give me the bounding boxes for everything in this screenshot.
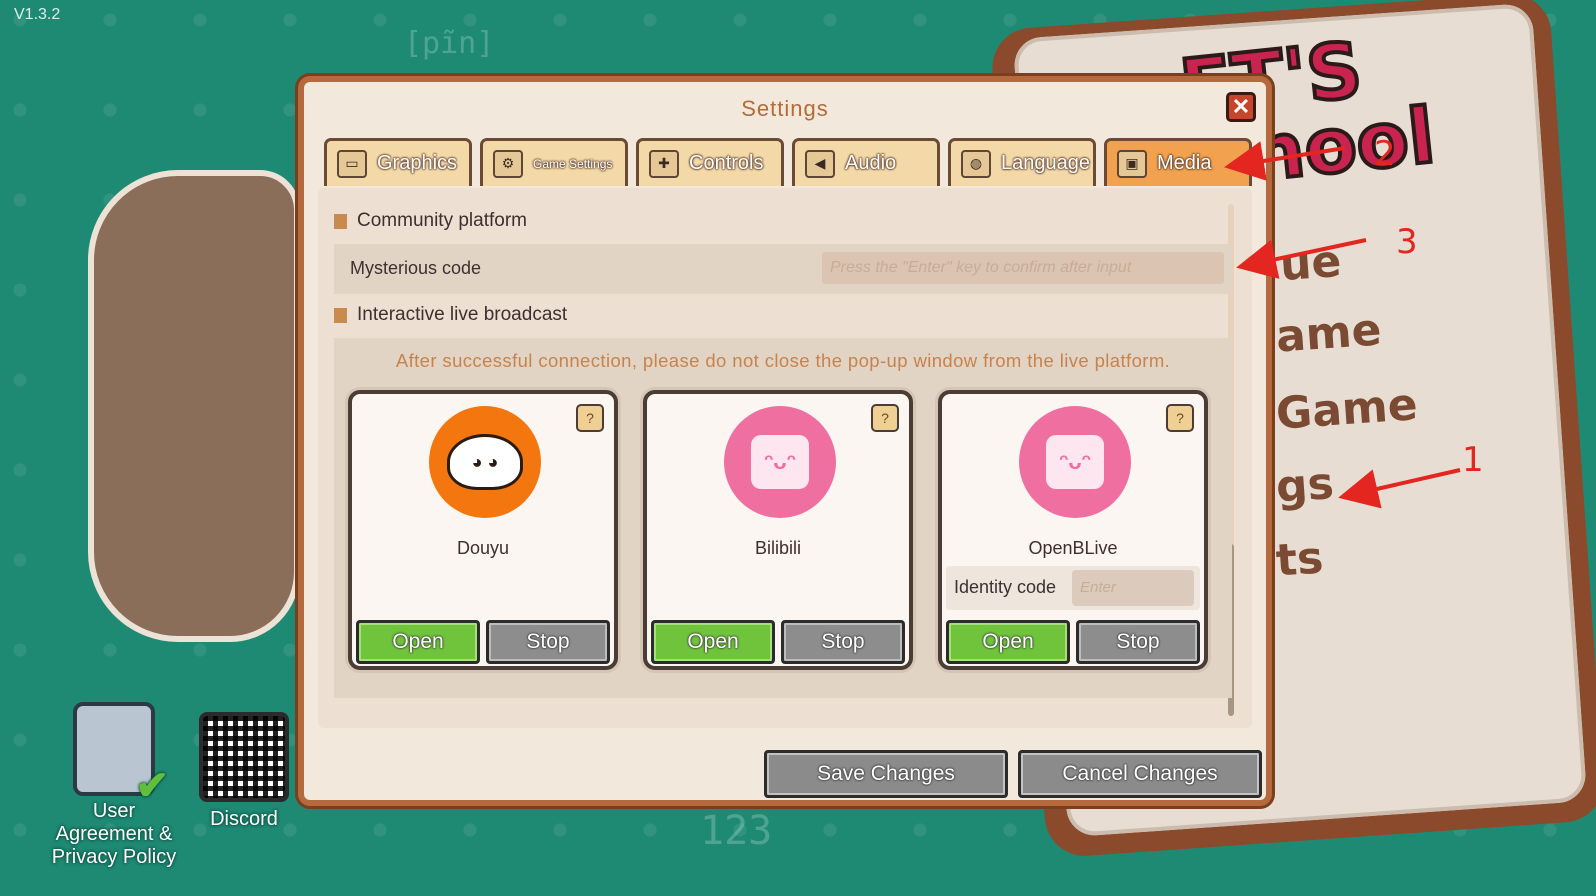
close-icon: ✕ [1231,94,1251,119]
mysterious-code-label: Mysterious code [350,258,482,278]
tab-label: Game Settings [533,156,613,171]
dinosaur-mascot-illustration [88,170,300,642]
open-button[interactable]: Open [651,620,775,664]
discord-button[interactable]: Discord [194,712,294,831]
menu-item-new-game[interactable]: ame [1274,304,1383,362]
speaker-icon: ◀ [805,149,835,178]
tab-language[interactable]: ◍ Language [948,138,1096,186]
menu-item-settings[interactable]: gs [1274,458,1335,513]
tab-media[interactable]: ▣ Media [1104,138,1252,186]
annotation-number-2: 2 [1374,134,1396,174]
tab-game-settings[interactable]: ⚙ Game Settings [480,138,628,186]
douyu-shark-icon: ◕ ◕ [429,406,541,518]
tab-label: Graphics [377,152,458,174]
tab-label: Media [1157,152,1212,174]
bilibili-tv-icon: ᵔᴗᵔ [724,406,836,518]
annotation-number-1: 1 [1462,440,1484,480]
section-title: Community platform [357,210,527,231]
open-button[interactable]: Open [946,620,1070,664]
settings-dialog: Settings ✕ ▭ Graphics ⚙ Game Settings ✚ … [298,76,1272,806]
platform-card-douyu: ? ◕ ◕ Douyu Open Stop [348,390,618,670]
media-settings-panel: Community platform Mysterious code Press… [318,188,1252,728]
platform-card-bilibili: ? ᵔᴗᵔ Bilibili Open Stop [643,390,913,670]
menu-item-credits[interactable]: ts [1274,532,1325,586]
save-changes-button[interactable]: Save Changes [764,750,1008,798]
qr-code-icon [199,712,289,802]
identity-code-label: Identity code [954,577,1057,597]
mysterious-code-input[interactable]: Press the "Enter" key to confirm after i… [822,252,1224,284]
live-platforms-box: After successful connection, please do n… [334,338,1232,698]
tab-label: Language [1001,152,1090,174]
user-agreement-button[interactable]: ✔ User Agreement & Privacy Policy [46,702,182,869]
platform-name: OpenBLive [1028,538,1118,558]
menu-item-continue[interactable]: ue [1278,236,1343,291]
help-icon[interactable]: ? [1166,404,1194,432]
help-icon[interactable]: ? [576,404,604,432]
section-marker [334,213,347,229]
identity-code-input[interactable]: Enter [1072,570,1194,606]
gear-icon: ⚙ [493,149,523,178]
clipboard-check-icon: ✔ [73,702,169,806]
background-deco-text: [pĩn] [404,26,495,61]
open-button[interactable]: Open [356,620,480,664]
tab-graphics[interactable]: ▭ Graphics [324,138,472,186]
tab-controls[interactable]: ✚ Controls [636,138,784,186]
discord-label: Discord [210,808,278,830]
dialog-title: Settings [741,96,829,121]
globe-icon: ◍ [961,149,991,178]
stop-button[interactable]: Stop [781,620,905,664]
live-broadcast-heading: Interactive live broadcast [334,304,567,326]
tab-label: Controls [689,152,764,174]
identity-code-row: Identity code Enter [946,566,1200,610]
platform-name: Douyu [456,538,510,558]
user-agreement-label: User Agreement & Privacy Policy [51,800,177,868]
mysterious-code-row: Mysterious code Press the "Enter" key to… [334,244,1232,294]
stop-button[interactable]: Stop [1076,620,1200,664]
cancel-changes-button[interactable]: Cancel Changes [1018,750,1262,798]
help-icon[interactable]: ? [871,404,899,432]
gamepad-icon: ✚ [649,149,679,178]
platform-card-openblive: ? ᵔᴗᵔ OpenBLive Identity code Enter Open… [938,390,1208,670]
platform-name: Bilibili [754,538,801,558]
background-deco-number: 123 [700,808,773,854]
menu-item-load-game[interactable]: Game [1274,379,1419,440]
bilibili-tv-icon: ᵔᴗᵔ [1019,406,1131,518]
live-connection-note: After successful connection, please do n… [395,350,1171,371]
section-title: Interactive live broadcast [357,304,568,325]
section-marker [334,307,347,323]
tab-audio[interactable]: ◀ Audio [792,138,940,186]
community-platform-heading: Community platform [334,210,527,232]
stop-button[interactable]: Stop [486,620,610,664]
version-label: V1.3.2 [14,6,61,23]
close-button[interactable]: ✕ [1226,92,1256,122]
tv-icon: ▣ [1117,149,1147,178]
tab-label: Audio [845,152,897,174]
monitor-icon: ▭ [337,149,367,178]
annotation-number-3: 3 [1396,222,1418,262]
